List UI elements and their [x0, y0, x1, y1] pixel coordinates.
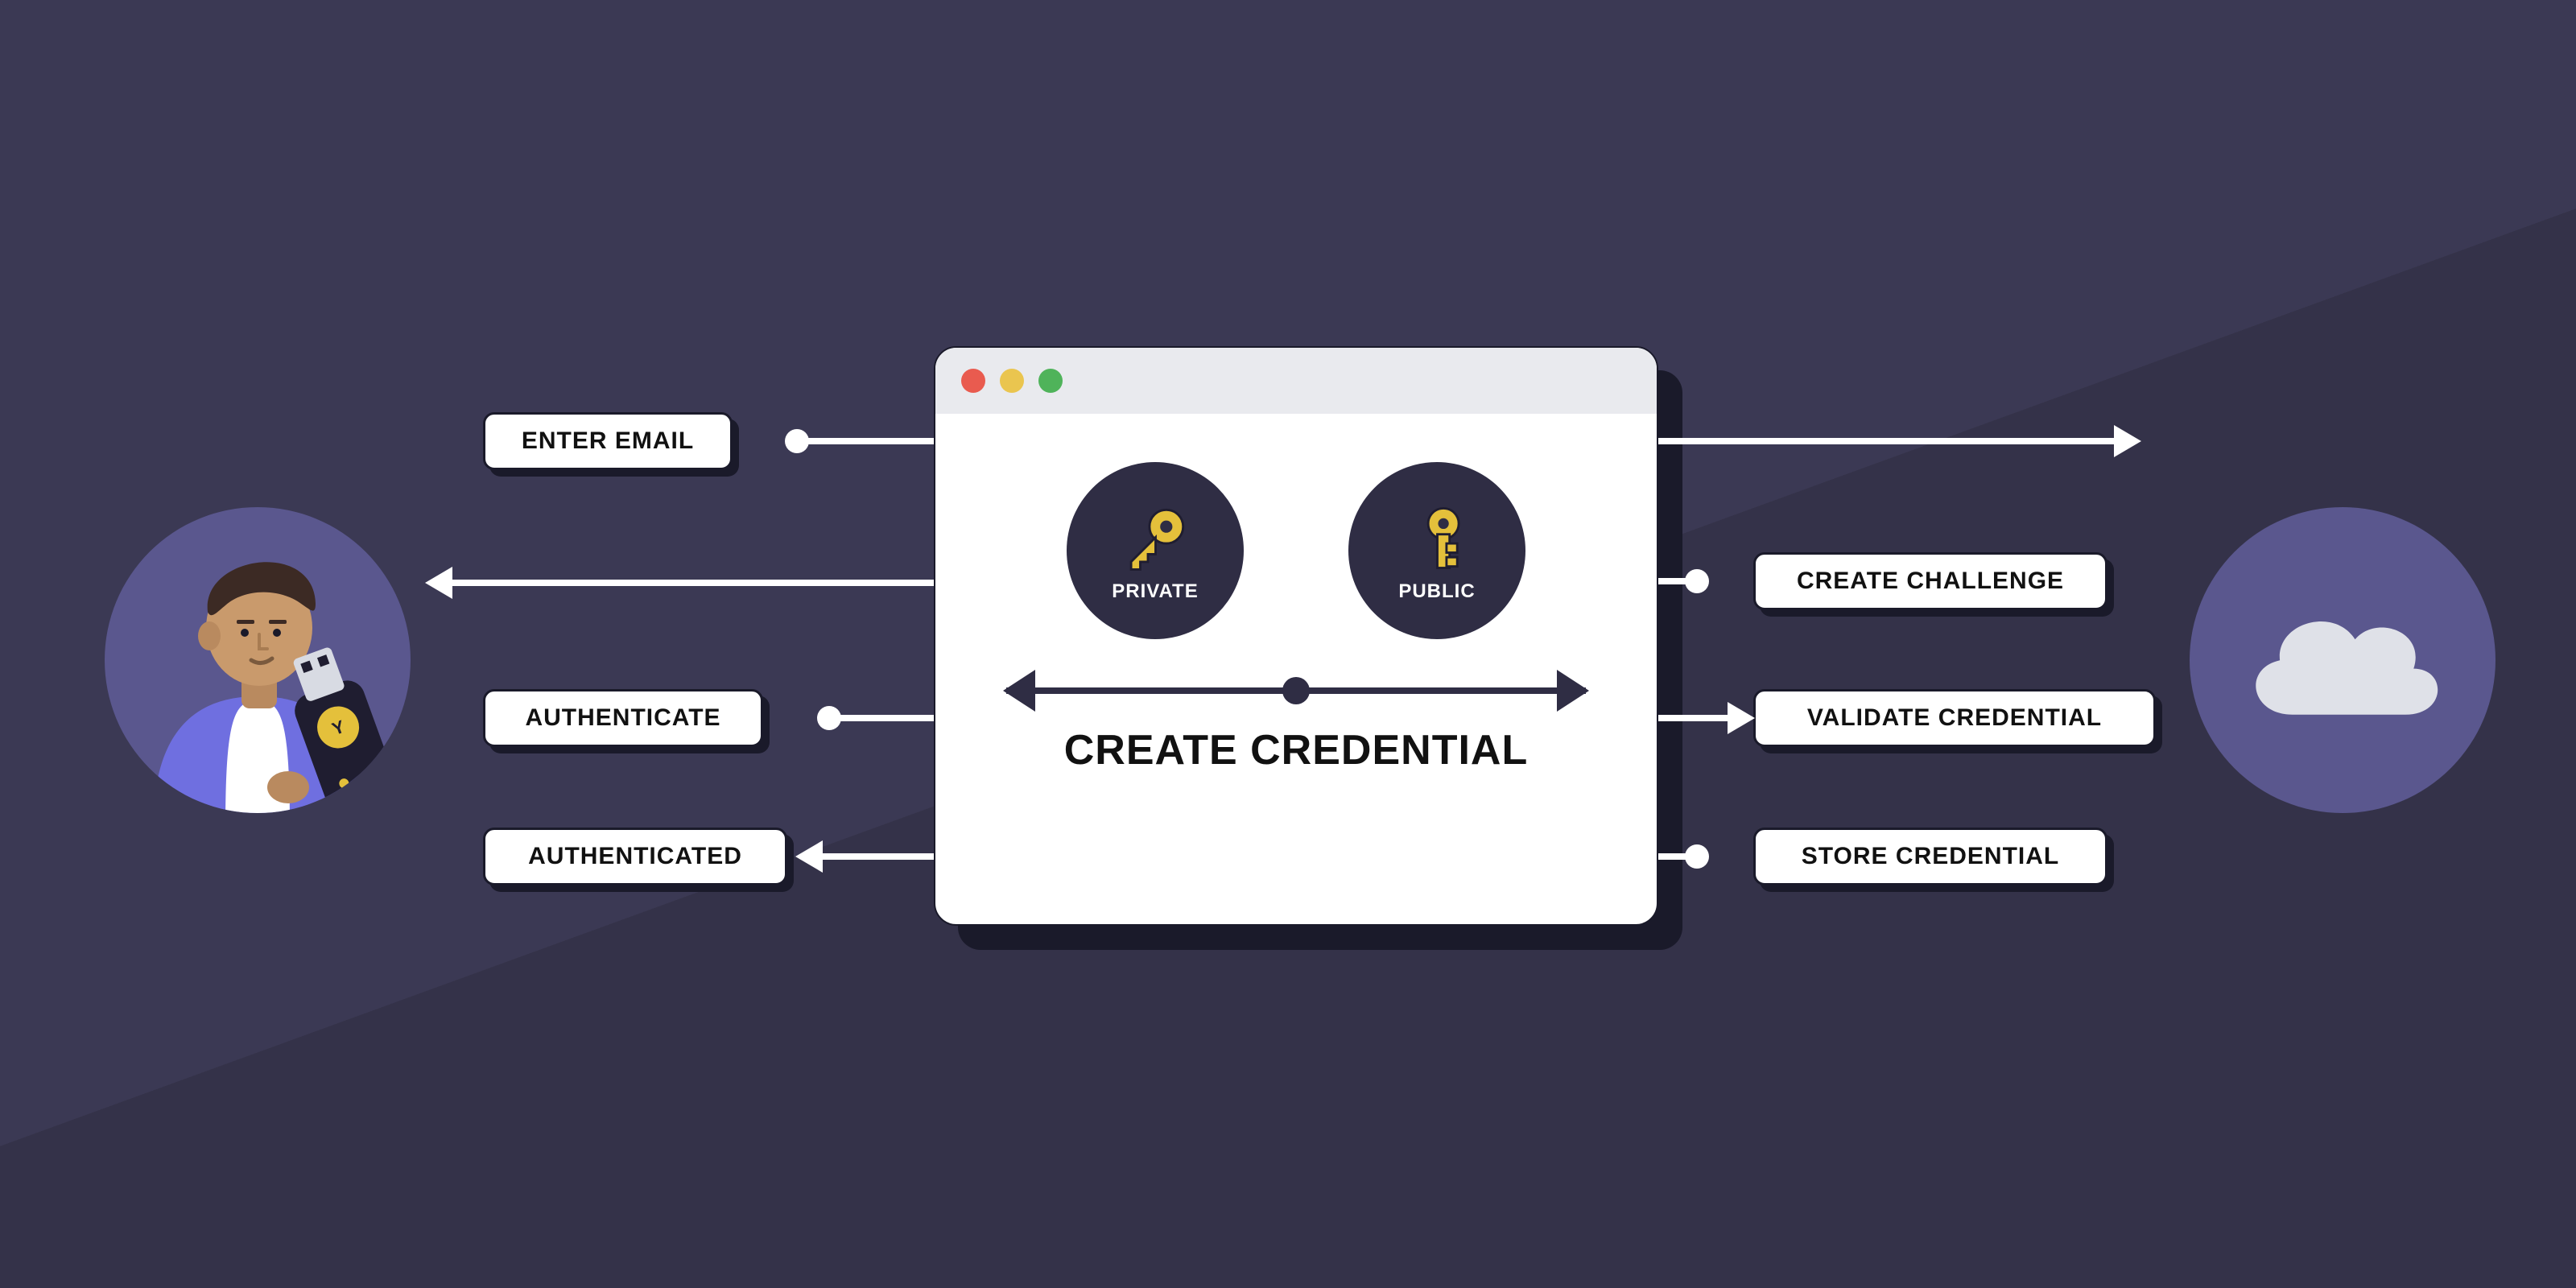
- private-key: PRIVATE: [1067, 462, 1244, 639]
- arrowhead-right-icon: [2114, 425, 2141, 457]
- flow-line: [1658, 715, 1731, 721]
- create-credential-arrow: [935, 687, 1657, 694]
- step-validate-credential: VALIDATE CREDENTIAL: [1753, 689, 2156, 747]
- flow-line: [797, 438, 934, 444]
- step-authenticate: AUTHENTICATE: [483, 689, 763, 747]
- flow-line: [821, 853, 934, 860]
- window-minimize-icon: [1000, 369, 1024, 393]
- user-with-key-icon: Y: [105, 507, 411, 813]
- private-key-label: PRIVATE: [1112, 580, 1198, 603]
- flow-line: [1658, 578, 1699, 584]
- arrowhead-right-icon: [1728, 702, 1755, 734]
- arrowhead-left-icon: [425, 567, 452, 599]
- step-create-challenge: CREATE CHALLENGE: [1753, 552, 2107, 610]
- step-authenticated: AUTHENTICATED: [483, 828, 787, 886]
- flow-line: [829, 715, 934, 721]
- step-enter-email: ENTER EMAIL: [483, 412, 733, 470]
- cloud-server: [2190, 507, 2496, 813]
- browser-titlebar: [935, 348, 1657, 414]
- user-avatar: Y: [105, 507, 411, 813]
- flow-line: [1658, 853, 1699, 860]
- flow-line: [451, 580, 934, 586]
- key-icon: [1117, 499, 1194, 576]
- window-close-icon: [961, 369, 985, 393]
- cloud-icon: [2234, 589, 2451, 732]
- window-maximize-icon: [1038, 369, 1063, 393]
- flow-line: [1658, 438, 2117, 444]
- step-store-credential: STORE CREDENTIAL: [1753, 828, 2107, 886]
- arrowhead-left-icon: [795, 840, 823, 873]
- browser-window: PRIVATE PUBLIC: [934, 346, 1658, 926]
- key-icon: [1399, 499, 1476, 576]
- public-key-label: PUBLIC: [1398, 580, 1475, 603]
- create-credential-label: CREATE CREDENTIAL: [935, 726, 1657, 774]
- public-key: PUBLIC: [1348, 462, 1525, 639]
